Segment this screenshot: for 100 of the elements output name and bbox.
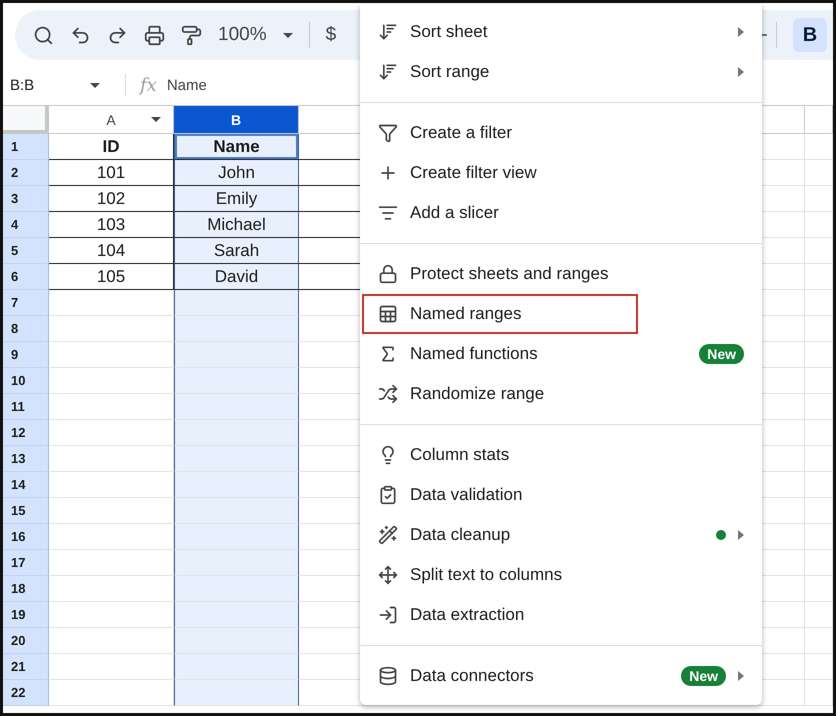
menu-item[interactable]: Data connectors New bbox=[360, 656, 762, 696]
menu-item[interactable]: Create filter view bbox=[360, 153, 762, 193]
table-cell: David bbox=[174, 264, 299, 290]
menu-item[interactable]: Named functions New bbox=[360, 334, 762, 374]
table-cell bbox=[805, 186, 833, 212]
new-badge: New bbox=[681, 666, 726, 686]
row-header[interactable]: 7 bbox=[3, 290, 49, 316]
menu-item-label: Named functions bbox=[410, 344, 538, 364]
menu-item[interactable]: Create a filter bbox=[360, 113, 762, 153]
redo-icon[interactable] bbox=[107, 24, 128, 46]
row-header[interactable]: 16 bbox=[3, 524, 49, 550]
row-header[interactable]: 12 bbox=[3, 420, 49, 446]
table-cell: Sarah bbox=[174, 238, 299, 264]
row-header[interactable]: 10 bbox=[3, 368, 49, 394]
table-cell bbox=[805, 446, 833, 472]
table-cell bbox=[805, 680, 833, 706]
submenu-arrow-icon bbox=[738, 671, 744, 681]
menu-item-label: Protect sheets and ranges bbox=[410, 264, 608, 284]
magic-wand-icon bbox=[378, 525, 398, 545]
menu-item[interactable]: Sort range bbox=[360, 52, 762, 92]
table-cell: Emily bbox=[174, 186, 299, 212]
menu-item-label: Column stats bbox=[410, 445, 510, 465]
submenu-arrow-icon bbox=[738, 67, 744, 77]
row-header[interactable]: 6 bbox=[3, 264, 49, 290]
caret-icon[interactable] bbox=[151, 117, 161, 122]
row-header[interactable]: 19 bbox=[3, 602, 49, 628]
table-cell bbox=[805, 576, 833, 602]
table-cell bbox=[805, 524, 833, 550]
menu-item[interactable]: Sort sheet bbox=[360, 12, 762, 52]
row-header[interactable]: 22 bbox=[3, 680, 49, 706]
row-header[interactable]: 4 bbox=[3, 212, 49, 238]
menu-item[interactable]: Data validation bbox=[360, 475, 762, 515]
zoom-select[interactable]: 100% bbox=[218, 24, 267, 46]
table-cell bbox=[805, 264, 833, 290]
menu-item[interactable]: Data cleanup bbox=[360, 515, 762, 555]
row-header[interactable]: 1 bbox=[3, 134, 49, 160]
database-icon bbox=[378, 666, 398, 686]
row-header[interactable]: 13 bbox=[3, 446, 49, 472]
menu-item[interactable]: Add a slicer bbox=[360, 193, 762, 233]
table-cell bbox=[805, 212, 833, 238]
row-header[interactable]: 8 bbox=[3, 316, 49, 342]
row-header[interactable]: 9 bbox=[3, 342, 49, 368]
caret-icon[interactable] bbox=[282, 32, 293, 38]
row-header[interactable]: 21 bbox=[3, 654, 49, 680]
row-header[interactable]: 14 bbox=[3, 472, 49, 498]
row-header[interactable]: 18 bbox=[3, 576, 49, 602]
table-cell: Michael bbox=[174, 212, 299, 238]
submenu-arrow-icon bbox=[738, 530, 744, 540]
menu-item[interactable]: Split text to columns bbox=[360, 555, 762, 595]
table-cell: 101 bbox=[49, 160, 174, 186]
shuffle-icon bbox=[378, 384, 398, 404]
menu-item-label: Randomize range bbox=[410, 384, 544, 404]
table-cell bbox=[805, 602, 833, 628]
table-icon bbox=[378, 304, 398, 324]
menu-item-label: Data cleanup bbox=[410, 525, 510, 545]
row-header[interactable]: 3 bbox=[3, 186, 49, 212]
menu-item[interactable]: Protect sheets and ranges bbox=[360, 254, 762, 294]
search-icon[interactable] bbox=[33, 24, 54, 46]
column-header[interactable]: B bbox=[174, 106, 299, 134]
menu-item-label: Data connectors bbox=[410, 666, 534, 686]
split-arrows-icon bbox=[378, 565, 398, 585]
print-icon[interactable] bbox=[144, 24, 165, 46]
table-cell bbox=[805, 654, 833, 680]
table-cell: 104 bbox=[49, 238, 174, 264]
menu-item-label: Named ranges bbox=[410, 304, 522, 324]
sort-icon bbox=[378, 62, 398, 82]
table-cell bbox=[805, 628, 833, 654]
menu-item-label: Sort sheet bbox=[410, 22, 488, 42]
submenu-arrow-icon bbox=[738, 27, 744, 37]
menu-item-label: Data validation bbox=[410, 485, 522, 505]
menu-item-label: Create filter view bbox=[410, 163, 537, 183]
table-cell bbox=[805, 342, 833, 368]
caret-icon[interactable] bbox=[90, 82, 100, 88]
bold-button[interactable]: B bbox=[793, 18, 827, 52]
row-header[interactable]: 5 bbox=[3, 238, 49, 264]
new-badge: New bbox=[699, 344, 744, 364]
column-header[interactable]: A bbox=[49, 106, 174, 134]
row-header[interactable]: 17 bbox=[3, 550, 49, 576]
arrow-into-bracket-icon bbox=[378, 605, 398, 625]
table-cell bbox=[805, 238, 833, 264]
checklist-icon bbox=[378, 485, 398, 505]
menu-item-label: Split text to columns bbox=[410, 565, 562, 585]
row-header[interactable]: 11 bbox=[3, 394, 49, 420]
formula-field[interactable]: Name bbox=[166, 76, 207, 94]
menu-item[interactable]: Data extraction bbox=[360, 595, 762, 635]
row-header[interactable]: 15 bbox=[3, 498, 49, 524]
currency-button[interactable]: $ bbox=[326, 24, 336, 46]
row-header[interactable]: 20 bbox=[3, 628, 49, 654]
menu-item[interactable]: Randomize range bbox=[360, 374, 762, 414]
table-cell: 103 bbox=[49, 212, 174, 238]
paint-roller-icon[interactable] bbox=[181, 24, 202, 46]
table-cell bbox=[805, 368, 833, 394]
cell-reference[interactable]: B:B bbox=[3, 76, 90, 94]
filter-icon bbox=[378, 123, 398, 143]
table-cell: 105 bbox=[49, 264, 174, 290]
menu-item[interactable]: Column stats bbox=[360, 435, 762, 475]
table-cell bbox=[805, 420, 833, 446]
table-cell bbox=[805, 472, 833, 498]
row-header[interactable]: 2 bbox=[3, 160, 49, 186]
undo-icon[interactable] bbox=[70, 24, 91, 46]
